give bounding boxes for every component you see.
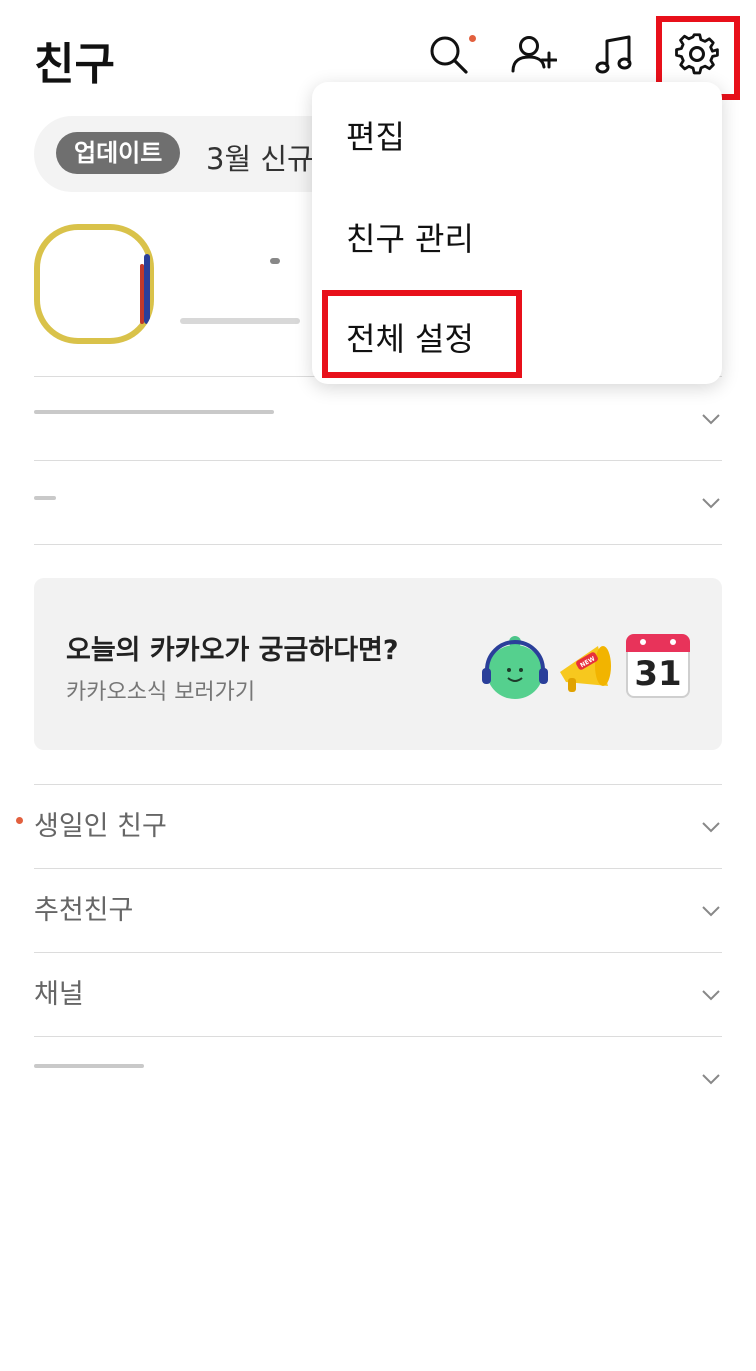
profile-mark-obscured [270, 258, 280, 264]
divider [34, 460, 722, 461]
section-label-obscured [34, 496, 56, 500]
search-notification-dot [469, 35, 476, 42]
divider [34, 544, 722, 545]
update-text: 3월 신규 [206, 142, 314, 176]
menu-item-manage-friends[interactable]: 친구 관리 [346, 214, 474, 260]
kakao-news-banner[interactable]: 오늘의 카카오가 궁금하다면? 카카오소식 보러가기 NEW 31 [34, 578, 722, 750]
chevron-down-icon [702, 414, 720, 425]
settings-icon[interactable] [672, 30, 722, 80]
menu-item-edit[interactable]: 편집 [346, 112, 405, 158]
music-icon[interactable] [590, 30, 640, 80]
chevron-down-icon [702, 990, 720, 1001]
chevron-down-icon [702, 1074, 720, 1085]
section-label-obscured [34, 410, 274, 414]
divider [34, 952, 722, 953]
search-icon[interactable] [424, 30, 474, 80]
calendar-day: 31 [634, 654, 682, 694]
chevron-down-icon [702, 498, 720, 509]
banner-title: 오늘의 카카오가 궁금하다면? [66, 635, 399, 666]
settings-dropdown-menu: 편집 친구 관리 전체 설정 [312, 82, 722, 384]
megaphone-icon: NEW [554, 638, 622, 698]
divider [34, 868, 722, 869]
chevron-down-icon [702, 906, 720, 917]
divider [34, 784, 722, 785]
update-badge: 업데이트 [56, 132, 181, 174]
add-friend-icon[interactable] [508, 30, 558, 80]
divider [34, 1036, 722, 1037]
banner-subtitle: 카카오소식 보러가기 [66, 680, 256, 705]
section-label: 추천친구 [34, 895, 134, 926]
calendar-icon: 31 [626, 634, 690, 698]
menu-item-all-settings[interactable]: 전체 설정 [346, 314, 474, 360]
character-headset-icon [478, 630, 552, 704]
chevron-down-icon [702, 822, 720, 833]
section-label: 생일인 친구 [34, 811, 167, 842]
profile-name-obscured [180, 318, 300, 324]
birthday-notification-dot [16, 817, 23, 824]
page-title: 친구 [34, 39, 115, 90]
my-profile-avatar[interactable] [34, 224, 154, 344]
friends-screen: 친구 업데이트 3월 신규 오늘의 카카오가 궁금하다면? 카카오소식 보러가기… [0, 0, 756, 1371]
section-label-obscured [34, 1064, 144, 1068]
section-label: 채널 [34, 979, 84, 1010]
